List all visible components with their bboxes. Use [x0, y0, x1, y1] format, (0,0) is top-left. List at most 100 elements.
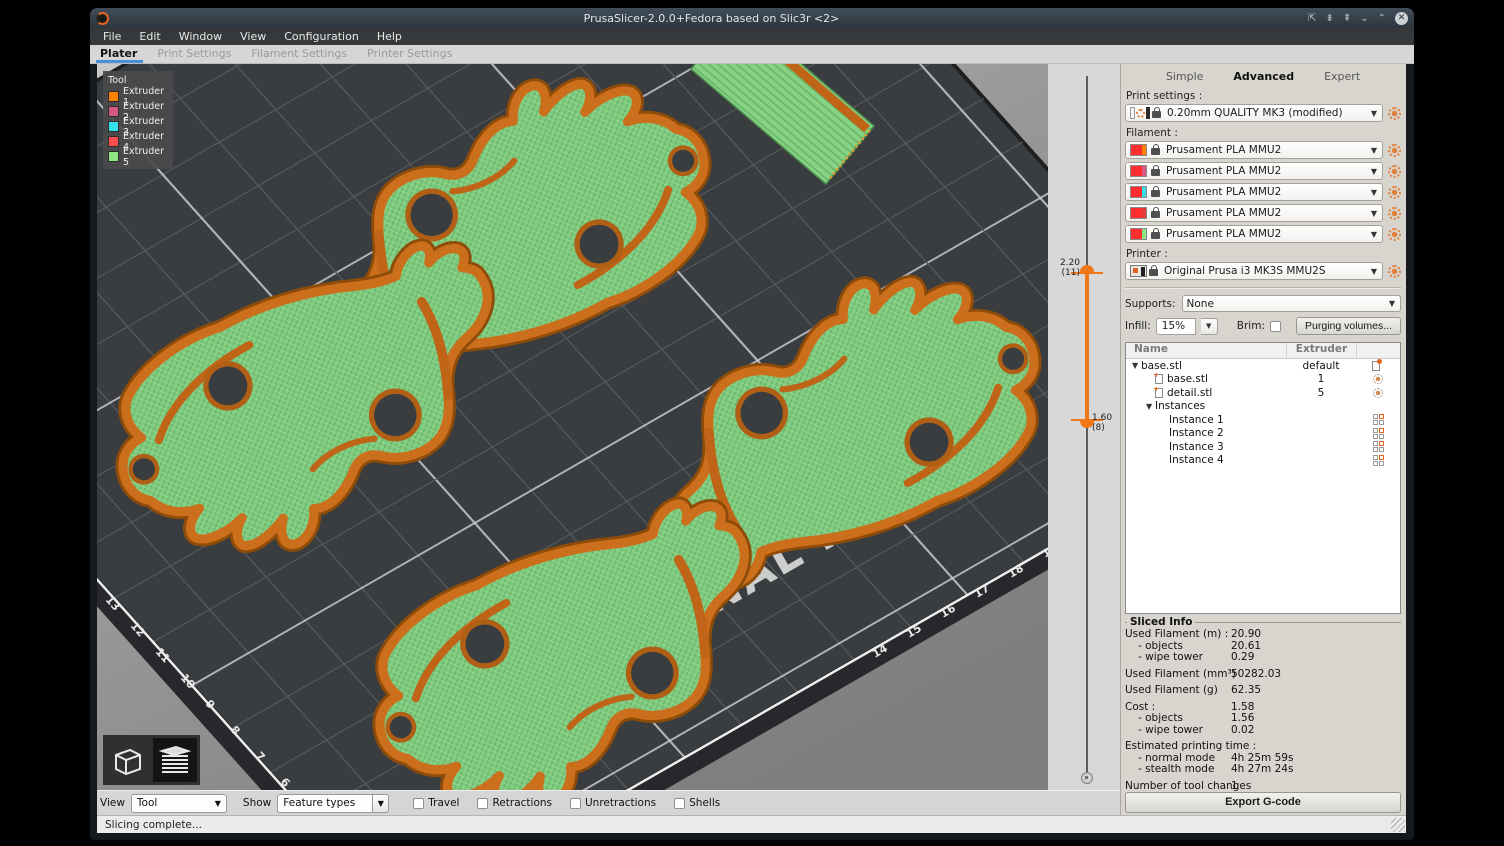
- menu-edit[interactable]: Edit: [130, 28, 169, 45]
- sliced-info-panel: Sliced Info Used Filament (m) :20.90- ob…: [1125, 622, 1401, 792]
- purging-volumes-button[interactable]: Purging volumes...: [1296, 317, 1401, 335]
- printer-select[interactable]: Original Prusa i3 MK3S MMU2S ▼: [1125, 262, 1383, 280]
- object-name: detail.stl: [1167, 387, 1212, 399]
- lower-icon[interactable]: ⇟: [1325, 12, 1333, 25]
- edit-object-icon[interactable]: [1372, 361, 1380, 371]
- filament-gear-button-4[interactable]: [1388, 207, 1401, 220]
- tab-filament-settings[interactable]: Filament Settings: [245, 47, 361, 63]
- menu-view[interactable]: View: [231, 28, 275, 45]
- layer-slider: 2.20 (11) 1.60 (8): [1048, 64, 1120, 790]
- filament-gear-button-1[interactable]: [1388, 144, 1401, 157]
- chevron-down-icon: ▼: [1371, 188, 1377, 197]
- unretractions-label: Unretractions: [585, 797, 656, 809]
- retractions-checkbox[interactable]: [477, 798, 488, 809]
- chevron-down-icon: ▼: [1371, 109, 1377, 118]
- sliced-info-row: - stealth mode4h 27m 24s: [1125, 764, 1401, 776]
- tree-row-instance-3[interactable]: Instance 3: [1126, 440, 1400, 454]
- filament-select-4[interactable]: Prusament PLA MMU2▼: [1125, 204, 1383, 222]
- menu-configuration[interactable]: Configuration: [275, 28, 368, 45]
- menu-file[interactable]: File: [94, 28, 130, 45]
- resize-grip[interactable]: [1391, 818, 1405, 832]
- tree-row-detail-stl[interactable]: detail.stl 5: [1126, 386, 1400, 400]
- print-settings-gear-button[interactable]: [1388, 107, 1401, 120]
- brim-checkbox[interactable]: [1270, 321, 1281, 332]
- prusaslicer-logo-icon: [96, 12, 109, 25]
- object-name: Instance 2: [1169, 427, 1224, 439]
- extruder-value: 5: [1286, 387, 1356, 399]
- plater-3d-viewport[interactable]: ORIGINAL PRUSA 131211109876141516171819 …: [97, 64, 1048, 790]
- shells-checkbox[interactable]: [674, 798, 685, 809]
- export-gcode-button[interactable]: Export G-code: [1125, 792, 1401, 813]
- extruder-value: 1: [1286, 373, 1356, 385]
- instance-grid-icon[interactable]: [1373, 428, 1384, 439]
- instance-grid-icon[interactable]: [1373, 414, 1384, 425]
- status-bar: Slicing complete...: [97, 815, 1406, 833]
- sliced-info-row: - wipe tower0.02: [1125, 725, 1401, 737]
- expander-icon[interactable]: ▼: [1146, 402, 1155, 411]
- print-settings-select[interactable]: 0.20mm QUALITY MK3 (modified) ▼: [1125, 104, 1383, 122]
- 3d-view-button[interactable]: [106, 738, 150, 782]
- title-bar: PrusaSlicer-2.0.0+Fedora based on Slic3r…: [90, 8, 1414, 28]
- object-settings-gear-icon[interactable]: [1373, 374, 1383, 384]
- filament-select-5[interactable]: Prusament PLA MMU2▼: [1125, 225, 1383, 243]
- supports-label: Supports:: [1125, 298, 1176, 310]
- tab-printer-settings[interactable]: Printer Settings: [361, 47, 466, 63]
- menu-window[interactable]: Window: [170, 28, 231, 45]
- layer-lock-icon[interactable]: [1081, 772, 1093, 784]
- filament-select-2[interactable]: Prusament PLA MMU2▼: [1125, 162, 1383, 180]
- layer-slider-range: [1085, 271, 1089, 421]
- travel-checkbox[interactable]: [413, 798, 424, 809]
- unretractions-checkbox[interactable]: [570, 798, 581, 809]
- tool-legend-title: Tool: [108, 75, 169, 86]
- retractions-label: Retractions: [492, 797, 552, 809]
- filament-label: Filament :: [1126, 127, 1401, 139]
- object-settings-gear-icon[interactable]: [1373, 388, 1383, 398]
- filament-color-chip: [1130, 207, 1147, 219]
- sliced-info-row: - objects1.56: [1125, 713, 1401, 725]
- raise-icon[interactable]: ⇞: [1343, 12, 1351, 25]
- show-select-arrow[interactable]: ▼: [373, 794, 389, 813]
- tree-row-instances[interactable]: ▼Instances: [1126, 400, 1400, 414]
- tree-row-base-stl[interactable]: base.stl 1: [1126, 373, 1400, 387]
- chevron-down-icon: ▼: [215, 799, 221, 808]
- view-select[interactable]: Tool ▼: [131, 794, 227, 813]
- menu-help[interactable]: Help: [368, 28, 411, 45]
- supports-select[interactable]: None ▼: [1182, 295, 1401, 312]
- maximize-icon[interactable]: ⌃: [1378, 12, 1386, 25]
- printer-settings-gear-button[interactable]: [1388, 265, 1401, 278]
- chevron-down-icon: ▼: [1389, 299, 1395, 308]
- filament-gear-button-5[interactable]: [1388, 228, 1401, 241]
- expander-icon[interactable]: ▼: [1132, 361, 1141, 370]
- extruder-color-swatch: [108, 106, 119, 117]
- extruder-value: default: [1286, 360, 1356, 372]
- tree-row-instance-2[interactable]: Instance 2: [1126, 427, 1400, 441]
- filament-gear-button-2[interactable]: [1388, 165, 1401, 178]
- chevron-down-icon: ▼: [1371, 209, 1377, 218]
- mode-tab-expert[interactable]: Expert: [1324, 70, 1360, 83]
- instance-grid-icon[interactable]: [1373, 455, 1384, 466]
- sliced-info-row: Used Filament (mm³)50282.03: [1125, 669, 1401, 681]
- tree-row-instance-1[interactable]: Instance 1: [1126, 413, 1400, 427]
- filament-color-chip: [1130, 186, 1147, 198]
- instance-grid-icon[interactable]: [1373, 441, 1384, 452]
- object-name: base.stl: [1167, 373, 1208, 385]
- mode-tab-simple[interactable]: Simple: [1166, 70, 1204, 83]
- infill-value[interactable]: 15%: [1156, 318, 1196, 335]
- filament-select-3[interactable]: Prusament PLA MMU2▼: [1125, 183, 1383, 201]
- filament-gear-button-3[interactable]: [1388, 186, 1401, 199]
- lock-icon: [1152, 111, 1161, 118]
- layers-view-button[interactable]: [153, 738, 197, 782]
- show-select[interactable]: Feature types: [277, 794, 373, 813]
- extruder-color-swatch: [108, 136, 119, 147]
- tree-row-base-stl[interactable]: ▼base.stldefault: [1126, 359, 1400, 373]
- mode-tab-advanced[interactable]: Advanced: [1233, 70, 1294, 83]
- close-icon[interactable]: ✕: [1395, 12, 1408, 25]
- tab-print-settings[interactable]: Print Settings: [151, 47, 245, 63]
- filament-select-1[interactable]: Prusament PLA MMU2▼: [1125, 141, 1383, 159]
- tab-plater[interactable]: Plater: [94, 47, 151, 63]
- infill-spin-button[interactable]: ▼: [1201, 318, 1218, 335]
- tree-row-instance-4[interactable]: Instance 4: [1126, 454, 1400, 468]
- shade-icon[interactable]: ⇱: [1308, 12, 1316, 25]
- minimize-icon[interactable]: ⌄: [1360, 12, 1368, 25]
- chevron-down-icon: ▼: [1371, 267, 1377, 276]
